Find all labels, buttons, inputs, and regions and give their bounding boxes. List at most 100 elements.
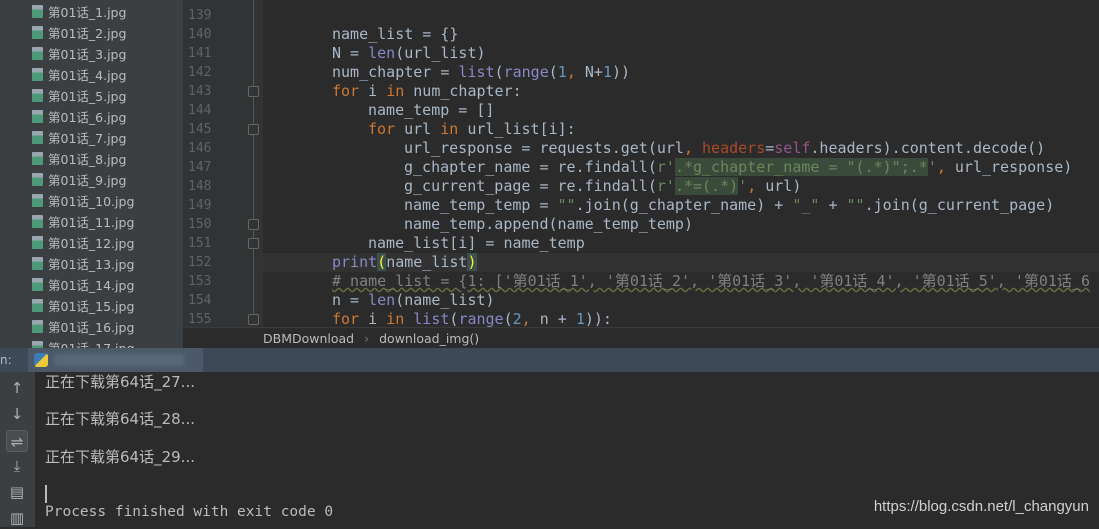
code-token: name_temp = [] [368,101,495,119]
code-token: url [404,120,441,138]
file-item[interactable]: 第01话_1.jpg [32,1,126,22]
code-token: , [683,139,703,157]
code-token: name_list[i] = name_temp [368,234,585,252]
fold-marker-icon[interactable] [248,314,259,325]
code-token: .*g_chapter_name = "(.*)";.* [674,158,928,176]
image-file-icon [32,68,43,81]
line-number: 141 [188,46,212,61]
code-token: 2 [512,310,522,327]
code-token: in [440,120,468,138]
file-item[interactable]: 第01话_14.jpg [32,274,134,295]
line-number: 153 [188,274,212,289]
watermark: https://blog.csdn.net/l_changyun [873,498,1089,515]
code-line: url_response = requests.get(url, headers… [263,139,1099,158]
trash-icon[interactable]: ▥ [6,507,28,529]
breadcrumb: DBMDownload › download_img() [183,327,1099,348]
file-item[interactable]: 第01话_16.jpg [32,316,134,337]
code-token: , [566,63,585,81]
code-token: in [386,310,414,327]
code-line: name_list[i] = name_temp [263,234,1099,253]
fold-marker-icon[interactable] [248,219,259,230]
file-item[interactable]: 第01话_9.jpg [32,169,126,190]
code-token: g_chapter_name = re.findall( [404,158,657,176]
code-token: g_current_page = re.findall( [404,177,657,195]
line-number: 143 [188,84,212,99]
up-arrow-icon[interactable]: ↑ [6,377,28,399]
file-item[interactable]: 第01话_2.jpg [32,22,126,43]
fold-marker-icon[interactable] [248,238,259,249]
code-token: ' [738,177,748,195]
file-name: 第01话_10.jpg [48,194,135,209]
code-token: range [503,63,549,81]
code-token: url_response) [954,158,1073,176]
code-token: ( [548,63,558,81]
code-token: "_" [792,196,820,214]
file-item[interactable]: 第01话_15.jpg [32,295,134,316]
file-item[interactable]: 第01话_11.jpg [32,211,134,232]
code-token: n = [332,291,369,309]
code-token: num_chapter = [332,63,459,81]
code-token: for [368,120,405,138]
code-token: N = [332,44,369,62]
run-tab[interactable] [28,348,203,372]
code-line: # name_list = {1: ['第01话_1', '第01话_2', '… [263,272,1099,291]
code-token: for [332,82,369,100]
soft-wrap-icon[interactable]: ⇌ [6,430,28,452]
down-arrow-icon[interactable]: ↓ [6,403,28,425]
file-name: 第01话_4.jpg [48,68,127,83]
run-label: n: [0,353,12,367]
print-icon[interactable]: ▤ [6,481,28,503]
code-token: # name_list = {1: ['第01话_1', '第01话_2', '… [332,272,1090,290]
file-name: 第01话_16.jpg [48,320,135,335]
image-file-icon [32,131,43,144]
file-item[interactable]: 第01话_10.jpg [32,190,134,211]
image-file-icon [32,278,43,291]
code-token: url_response = requests.get(url [404,139,684,157]
exit-message: Process finished with exit code 0 [45,504,334,520]
console-line: 正在下载第64话_28... [45,410,195,428]
code-token: name_temp_temp = [404,196,558,214]
code-token: url) [765,177,802,195]
code-token: )): [584,310,612,327]
code-token: )) [611,63,631,81]
code-token: N+ [584,63,603,81]
fold-marker-icon[interactable] [248,124,259,135]
image-file-icon [32,173,43,186]
breadcrumb-class[interactable]: DBMDownload [263,331,354,346]
code-line: num_chapter = list(range(1, N+1)) [263,63,1099,82]
code-token: r' [656,158,675,176]
file-name: 第01话_6.jpg [48,110,127,125]
code-line: for i in list(range(2, n + 1)): [263,310,1099,327]
code-line: n = len(name_list) [263,291,1099,310]
python-icon [34,353,48,367]
file-item[interactable]: 第01话_17.jpg [32,337,134,348]
line-number: 155 [188,312,212,327]
file-item[interactable]: 第01话_7.jpg [32,127,126,148]
run-toolbar: ↑ ↓ ⇌ ⤓ ▤ ▥ [0,372,35,527]
code-token: , [747,177,766,195]
fold-guide [253,0,254,318]
file-item[interactable]: 第01话_5.jpg [32,85,126,106]
file-item[interactable]: 第01话_13.jpg [32,253,134,274]
project-file-tree[interactable]: 第01话_1.jpg 第01话_2.jpg 第01话_3.jpg 第01话_4.jpg… [0,0,183,348]
code-token: url_list[i]: [467,120,576,138]
fold-marker-icon[interactable] [248,86,259,97]
file-item[interactable]: 第01话_8.jpg [32,148,126,169]
file-item[interactable]: 第01话_3.jpg [32,43,126,64]
code-token: 1 [557,63,567,81]
code-token: ) [467,253,477,271]
scroll-to-end-icon[interactable]: ⤓ [6,455,28,477]
code-editor[interactable]: name_list = {} N = len(url_list) num_chapt… [263,0,1099,327]
code-token: 1 [602,63,612,81]
file-item[interactable]: 第01话_6.jpg [32,106,126,127]
line-number: 149 [188,198,212,213]
breadcrumb-method[interactable]: download_img() [379,331,479,346]
code-token: (url_list) [395,44,486,62]
line-number: 144 [188,103,212,118]
file-item[interactable]: 第01话_4.jpg [32,64,126,85]
file-item[interactable]: 第01话_12.jpg [32,232,134,253]
file-name: 第01话_1.jpg [48,5,127,20]
code-line: g_chapter_name = re.findall(r'.*g_chapte… [263,158,1099,177]
code-token: (name_list) [395,291,495,309]
